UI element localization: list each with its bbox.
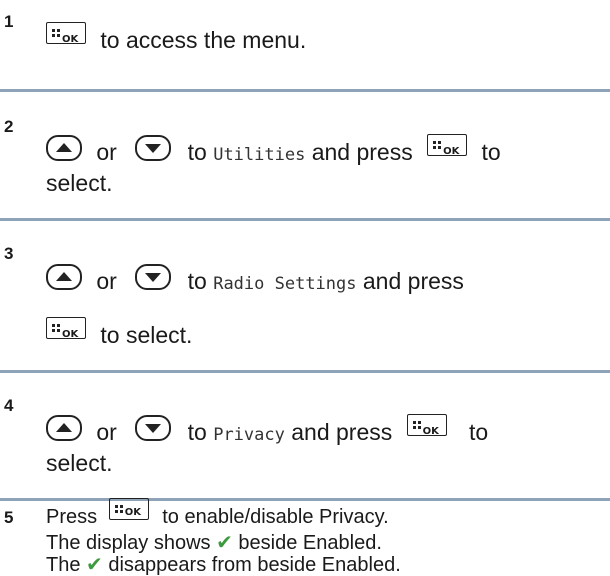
- step-number: 2: [4, 117, 14, 136]
- to-word: to: [187, 139, 207, 165]
- or-word: or: [96, 139, 117, 165]
- down-arrow-button-icon: [135, 414, 172, 441]
- to-word: to: [187, 268, 207, 294]
- step-number: 1: [4, 12, 14, 31]
- ok-key-label: OK: [422, 425, 439, 437]
- to-word: to: [481, 139, 501, 165]
- ok-menu-key-icon: OK: [406, 413, 447, 437]
- divider: [0, 498, 610, 501]
- ok-menu-key-icon: OK: [427, 133, 468, 157]
- ok-menu-key-icon: OK: [108, 497, 149, 520]
- and-press: and press: [362, 268, 464, 294]
- ok-menu-key-icon: OK: [46, 21, 86, 45]
- up-arrow-button-icon: [46, 263, 82, 290]
- step-text: select.: [46, 450, 113, 476]
- to-word: to: [187, 419, 207, 445]
- check-mark-icon: ✔: [216, 530, 233, 554]
- divider: [0, 218, 610, 221]
- step-text: to select.: [100, 322, 193, 348]
- divider: [0, 370, 610, 373]
- result-text: beside Enabled.: [238, 532, 382, 554]
- menu-item-radio-settings: Radio Settings: [213, 274, 357, 294]
- divider: [0, 89, 610, 92]
- to-word: to: [469, 419, 489, 445]
- step-number: 4: [4, 396, 14, 415]
- result-text: The: [46, 554, 81, 576]
- step-number: 3: [4, 244, 14, 263]
- step-number: 5: [4, 508, 14, 527]
- result-text: disappears from beside Enabled.: [108, 554, 401, 576]
- ok-menu-key-icon: OK: [46, 316, 86, 340]
- up-arrow-button-icon: [46, 134, 82, 161]
- up-arrow-button-icon: [46, 414, 82, 441]
- result-text: The display shows: [46, 532, 211, 554]
- or-word: or: [96, 268, 117, 294]
- and-press: and press: [291, 419, 393, 445]
- ok-key-label: OK: [443, 145, 460, 157]
- check-mark-icon: ✔: [86, 552, 103, 576]
- menu-item-utilities: Utilities: [213, 145, 306, 165]
- down-arrow-button-icon: [135, 263, 172, 290]
- down-arrow-button-icon: [135, 134, 172, 161]
- or-word: or: [96, 419, 117, 445]
- step-text: to access the menu.: [100, 27, 307, 53]
- press-word: Press: [46, 506, 98, 528]
- step-text: to enable/disable Privacy.: [162, 506, 389, 528]
- and-press: and press: [311, 139, 413, 165]
- ok-key-label: OK: [62, 33, 79, 45]
- step-text: select.: [46, 170, 113, 196]
- ok-key-label: OK: [62, 328, 79, 340]
- ok-key-label: OK: [124, 506, 141, 518]
- menu-item-privacy: Privacy: [213, 425, 285, 445]
